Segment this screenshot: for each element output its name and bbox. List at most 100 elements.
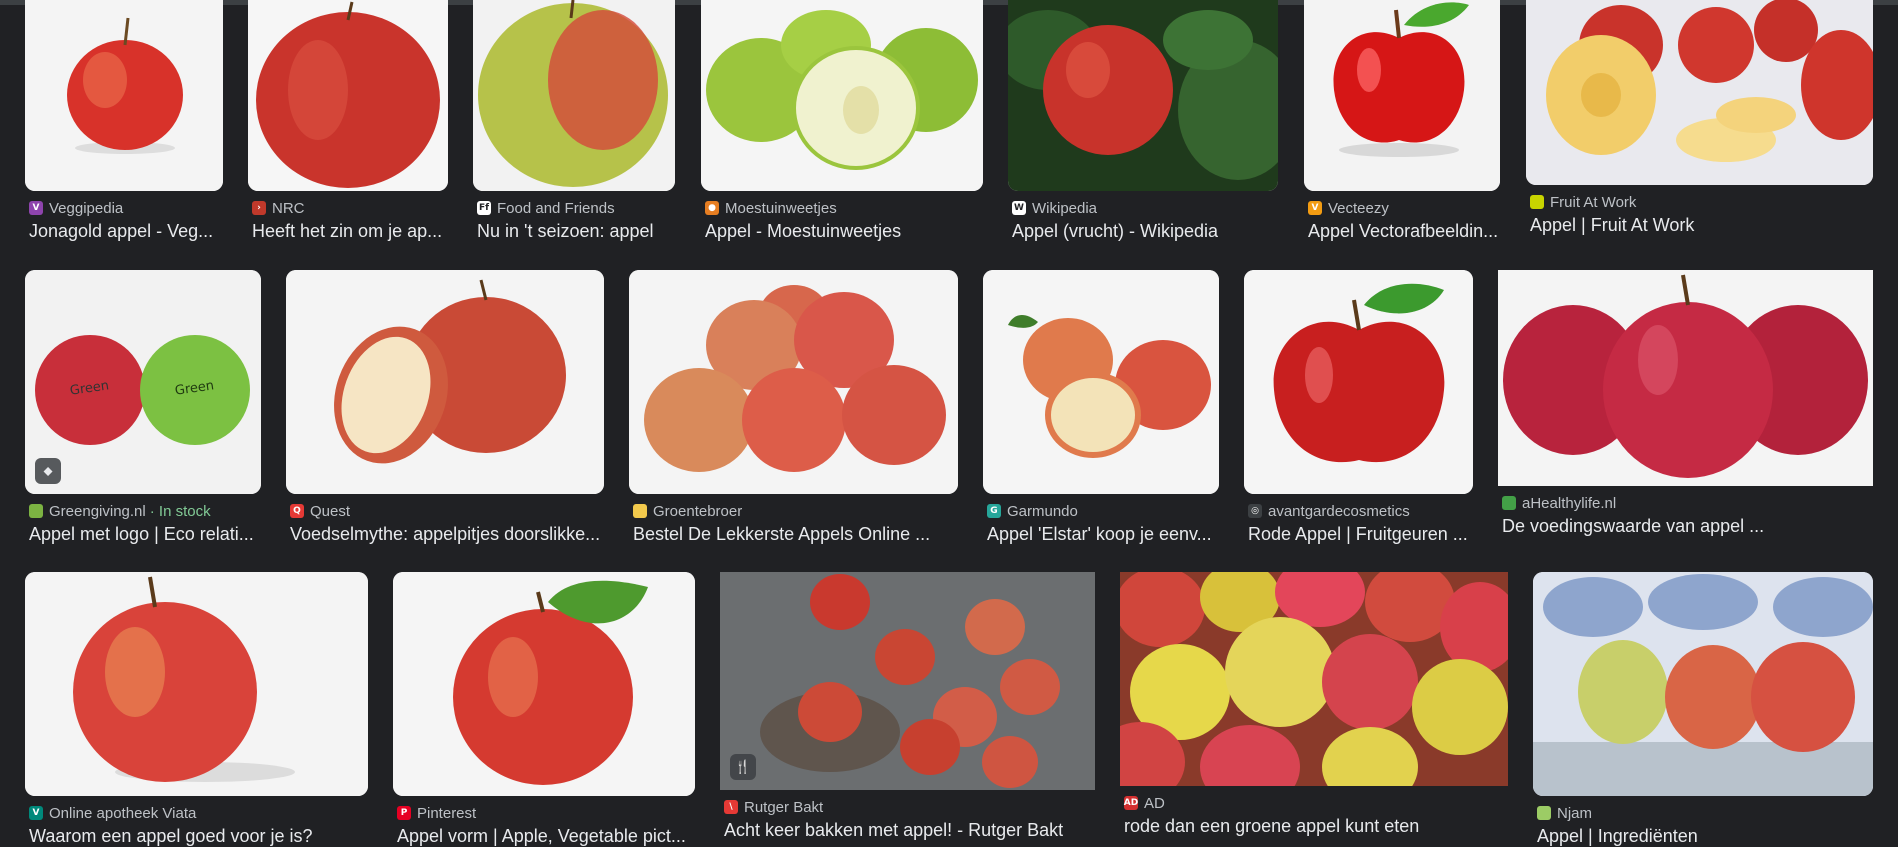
image-result-card[interactable]: AD AD rode dan een groene appel kunt ete… (1120, 572, 1508, 837)
source-line: Fruit At Work (1526, 193, 1873, 211)
result-title[interactable]: rode dan een groene appel kunt eten (1124, 816, 1508, 837)
result-thumbnail[interactable] (1498, 270, 1873, 486)
result-title[interactable]: Appel vorm | Apple, Vegetable pict... (397, 826, 695, 847)
result-title[interactable]: Appel | Ingrediënten (1537, 826, 1873, 847)
image-result-card[interactable]: Q Quest Voedselmythe: appelpitjes doorsl… (286, 270, 604, 545)
result-thumbnail[interactable] (1533, 572, 1873, 796)
result-title[interactable]: Jonagold appel - Veg... (29, 221, 223, 242)
result-thumbnail[interactable] (629, 270, 958, 494)
result-title[interactable]: Appel 'Elstar' koop je eenv... (987, 524, 1219, 545)
image-result-card[interactable]: Green Green ⬥ Greengiving.nl · In stock … (25, 270, 261, 545)
apple-image (248, 0, 448, 191)
result-title[interactable]: Appel | Fruit At Work (1530, 215, 1873, 236)
apple-image (720, 572, 1095, 790)
tag-icon[interactable]: ⬥ (35, 458, 61, 484)
result-thumbnail[interactable]: 🍴 (720, 572, 1095, 790)
result-thumbnail[interactable] (25, 0, 223, 191)
image-result-card[interactable]: W Wikipedia Appel (vrucht) - Wikipedia (1008, 0, 1278, 242)
moestuinweetjes-icon: ● (705, 201, 719, 215)
source-line: \ Rutger Bakt (720, 798, 1095, 816)
image-result-card[interactable]: Ff Food and Friends Nu in 't seizoen: ap… (473, 0, 675, 242)
source-line: Q Quest (286, 502, 604, 520)
source-name: Wikipedia (1032, 199, 1098, 217)
result-thumbnail[interactable] (1120, 572, 1508, 786)
nrc-icon: › (252, 201, 266, 215)
result-title[interactable]: Heeft het zin om je ap... (252, 221, 448, 242)
image-result-card[interactable]: V Veggipedia Jonagold appel - Veg... (25, 0, 223, 242)
apple-vector-image (1304, 0, 1500, 191)
source-name: Rutger Bakt (744, 798, 824, 816)
apple-image (1498, 270, 1873, 486)
apple-image (1526, 0, 1873, 185)
result-title[interactable]: Voedselmythe: appelpitjes doorslikke... (290, 524, 604, 545)
image-result-card[interactable]: V Online apotheek Viata Waarom een appel… (25, 572, 368, 847)
result-title[interactable]: De voedingswaarde van appel ... (1502, 516, 1873, 537)
apple-image (25, 572, 368, 796)
groentebroer-icon (633, 504, 647, 518)
result-title[interactable]: Nu in 't seizoen: appel (477, 221, 675, 242)
in-stock-label: In stock (158, 502, 211, 520)
rutger-bakt-icon: \ (724, 800, 738, 814)
image-result-card[interactable]: Njam Appel | Ingrediënten (1533, 572, 1873, 847)
source-line: Njam (1533, 804, 1873, 822)
source-line: W Wikipedia (1008, 199, 1278, 217)
image-results-grid: V Veggipedia Jonagold appel - Veg... › N… (0, 0, 1898, 846)
source-line: V Vecteezy (1304, 199, 1500, 217)
result-thumbnail[interactable] (1304, 0, 1500, 191)
apple-image (1533, 572, 1873, 796)
source-line: G Garmundo (983, 502, 1219, 520)
image-result-card[interactable]: G Garmundo Appel 'Elstar' koop je eenv..… (983, 270, 1219, 545)
image-result-card[interactable]: ● Moestuinweetjes Appel - Moestuinweetje… (701, 0, 983, 242)
result-title[interactable]: Waarom een appel goed voor je is? (29, 826, 368, 847)
result-thumbnail[interactable] (248, 0, 448, 191)
fruit-at-work-icon (1530, 195, 1544, 209)
result-thumbnail[interactable]: Green Green ⬥ (25, 270, 261, 494)
result-title[interactable]: Appel - Moestuinweetjes (705, 221, 983, 242)
source-name: Quest (310, 502, 351, 520)
apple-image (1008, 0, 1278, 191)
result-thumbnail[interactable] (473, 0, 675, 191)
apple-image (1120, 572, 1508, 786)
quest-icon: Q (290, 504, 304, 518)
source-name: AD (1144, 794, 1165, 812)
result-title[interactable]: Acht keer bakken met appel! - Rutger Bak… (724, 820, 1095, 841)
result-thumbnail[interactable] (983, 270, 1219, 494)
source-name: Greengiving.nl (49, 502, 146, 520)
result-thumbnail[interactable] (1008, 0, 1278, 191)
apple-image (286, 270, 604, 494)
result-title[interactable]: Rode Appel | Fruitgeuren ... (1248, 524, 1473, 545)
source-line: ● Moestuinweetjes (701, 199, 983, 217)
image-result-card[interactable]: ◎ avantgardecosmetics Rode Appel | Fruit… (1244, 270, 1473, 545)
result-title[interactable]: Appel Vectorafbeeldin... (1308, 221, 1500, 242)
result-thumbnail[interactable] (701, 0, 983, 191)
image-result-card[interactable]: Fruit At Work Appel | Fruit At Work (1526, 0, 1873, 236)
result-thumbnail[interactable] (1526, 0, 1873, 185)
pinterest-icon: P (397, 806, 411, 820)
result-title[interactable]: Appel (vrucht) - Wikipedia (1012, 221, 1278, 242)
result-title[interactable]: Bestel De Lekkerste Appels Online ... (633, 524, 958, 545)
result-thumbnail[interactable] (25, 572, 368, 796)
result-thumbnail[interactable] (286, 270, 604, 494)
source-line: AD AD (1120, 794, 1508, 812)
garmundo-icon: G (987, 504, 1001, 518)
source-line: Ff Food and Friends (473, 199, 675, 217)
source-name: Fruit At Work (1550, 193, 1637, 211)
ad-icon: AD (1123, 796, 1139, 810)
result-thumbnail[interactable] (393, 572, 695, 796)
image-result-card[interactable]: V Vecteezy Appel Vectorafbeeldin... (1304, 0, 1500, 242)
result-title[interactable]: Appel met logo | Eco relati... (29, 524, 261, 545)
restaurant-icon[interactable]: 🍴 (730, 754, 756, 780)
ahealthylife-icon (1502, 496, 1516, 510)
apple-image (473, 0, 675, 191)
source-name: Pinterest (417, 804, 477, 822)
source-line: P Pinterest (393, 804, 695, 822)
result-thumbnail[interactable] (1244, 270, 1473, 494)
image-result-card[interactable]: › NRC Heeft het zin om je ap... (248, 0, 448, 242)
source-name: Vecteezy (1328, 199, 1389, 217)
image-result-card[interactable]: Groentebroer Bestel De Lekkerste Appels … (629, 270, 958, 545)
image-result-card[interactable]: P Pinterest Appel vorm | Apple, Vegetabl… (393, 572, 695, 847)
image-result-card[interactable]: 🍴 \ Rutger Bakt Acht keer bakken met app… (720, 572, 1095, 841)
greengiving-icon (29, 504, 43, 518)
image-result-card[interactable]: aHealthylife.nl De voedingswaarde van ap… (1498, 270, 1873, 537)
apple-image (701, 0, 983, 191)
